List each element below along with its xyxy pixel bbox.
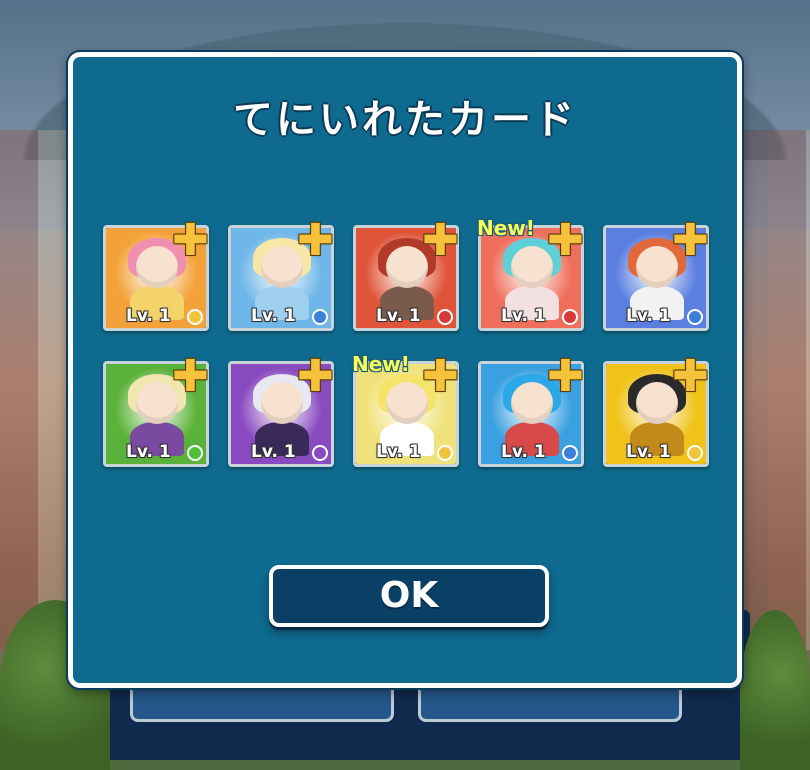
card-slot[interactable]: ✚ Lv. 1 [103, 215, 209, 331]
card-slot[interactable]: ✚ Lv. 1 [228, 351, 334, 467]
card-level: Lv. 1 [501, 442, 546, 462]
card-level: Lv. 1 [376, 306, 421, 326]
plus-icon: ✚ [672, 351, 709, 402]
dialog-title: てにいれたカード [233, 97, 577, 143]
plus-icon: ✚ [672, 215, 709, 266]
element-orb-icon [312, 445, 328, 461]
plus-icon: ✚ [297, 351, 334, 402]
card-level: Lv. 1 [251, 442, 296, 462]
card-slot[interactable]: ✚ Lv. 1 [478, 351, 584, 467]
card-level: Lv. 1 [126, 442, 171, 462]
card-level: Lv. 1 [376, 442, 421, 462]
element-orb-icon [312, 309, 328, 325]
background-tree-right [740, 610, 810, 770]
plus-icon: ✚ [172, 351, 209, 402]
new-badge: New! [477, 216, 535, 240]
plus-icon: ✚ [422, 215, 459, 266]
plus-icon: ✚ [172, 215, 209, 266]
element-orb-icon [437, 309, 453, 325]
card-slot[interactable]: ✚ Lv. 1 New! [352, 351, 459, 467]
card-level: Lv. 1 [251, 306, 296, 326]
plus-icon: ✚ [422, 351, 459, 402]
element-orb-icon [187, 309, 203, 325]
card-level: Lv. 1 [626, 306, 671, 326]
plus-icon: ✚ [297, 215, 334, 266]
element-orb-icon [187, 445, 203, 461]
card-slot[interactable]: ✚ Lv. 1 [353, 215, 459, 331]
obtained-cards-dialog: てにいれたカード ✚ Lv. 1 ✚ Lv. 1 ✚ Lv. 1 ✚ Lv. 1 New! ✚ Lv… [68, 52, 742, 688]
card-slot[interactable]: ✚ Lv. 1 [603, 215, 709, 331]
plus-icon: ✚ [547, 215, 584, 266]
card-slot[interactable]: ✚ Lv. 1 [603, 351, 709, 467]
plus-icon: ✚ [547, 351, 584, 402]
element-orb-icon [687, 309, 703, 325]
element-orb-icon [437, 445, 453, 461]
element-orb-icon [562, 309, 578, 325]
element-orb-icon [562, 445, 578, 461]
card-level: Lv. 1 [126, 306, 171, 326]
new-badge: New! [352, 352, 410, 376]
card-level: Lv. 1 [501, 306, 546, 326]
card-level: Lv. 1 [626, 442, 671, 462]
ok-button[interactable]: OK [269, 565, 549, 627]
card-slot[interactable]: ✚ Lv. 1 New! [477, 215, 584, 331]
element-orb-icon [687, 445, 703, 461]
card-slot[interactable]: ✚ Lv. 1 [228, 215, 334, 331]
card-slot[interactable]: ✚ Lv. 1 [103, 351, 209, 467]
